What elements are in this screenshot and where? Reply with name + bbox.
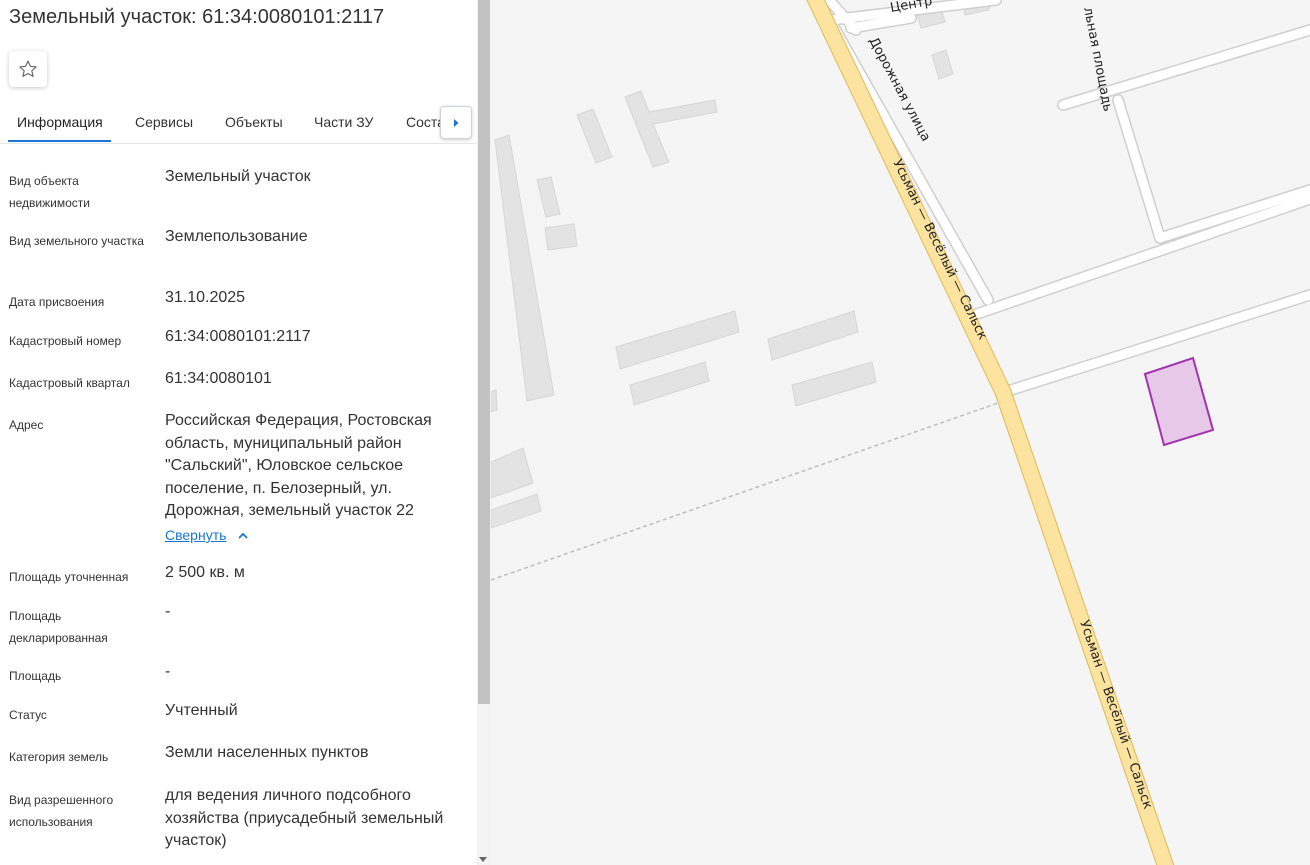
tab-bar: Информация Сервисы Объекты Части ЗУ Сост… xyxy=(0,104,477,144)
info-value: Земли населенных пунктов xyxy=(165,744,369,761)
star-outline-icon xyxy=(19,60,37,77)
info-label: Вид земельного участка xyxy=(9,234,144,248)
info-value: для ведения личного подсобного хозяйства… xyxy=(165,787,444,849)
info-value: Российская Федерация, Ростовская область… xyxy=(165,412,432,519)
info-value: 61:34:0080101 xyxy=(165,370,272,387)
active-tab-indicator xyxy=(8,140,111,142)
info-value: - xyxy=(165,663,171,680)
info-label: Статус xyxy=(9,708,47,722)
info-label: Дата присвоения xyxy=(9,295,105,309)
favorite-button[interactable] xyxy=(9,51,47,87)
info-value: 31.10.2025 xyxy=(165,289,246,306)
info-label: Площадь декларированная xyxy=(9,609,108,645)
building xyxy=(544,223,578,251)
chevron-right-icon xyxy=(454,118,459,127)
info-label: Кадастровый номер xyxy=(9,334,122,348)
scrollbar-thumb[interactable] xyxy=(478,0,490,704)
scroll-down-arrow-icon[interactable] xyxy=(479,857,487,862)
info-label: Площадь xyxy=(9,669,62,683)
info-label: Вид разрешенного использования xyxy=(9,793,114,829)
building xyxy=(491,389,498,413)
info-value: - xyxy=(165,603,171,620)
chevron-up-icon[interactable] xyxy=(237,531,249,541)
info-label: Площадь уточненная xyxy=(9,570,129,584)
tabs-scroll-right-button[interactable] xyxy=(440,106,472,139)
tab-services[interactable]: Сервисы xyxy=(135,114,193,130)
map-canvas[interactable]: Усьман — Весёлый — Сальск Усьман — Весёл… xyxy=(491,0,1310,865)
map-view[interactable]: Усьман — Весёлый — Сальск Усьман — Весёл… xyxy=(491,0,1310,865)
info-value: Земельный участок xyxy=(165,168,311,185)
page-title: Земельный участок: 61:34:0080101:2117 xyxy=(9,6,385,28)
info-value: Учтенный xyxy=(165,702,238,719)
tab-parts[interactable]: Части ЗУ xyxy=(314,114,373,130)
collapse-link[interactable]: Свернуть xyxy=(165,527,226,543)
info-label: Категория земель xyxy=(9,750,109,764)
tab-information[interactable]: Информация xyxy=(17,114,103,130)
tab-objects[interactable]: Объекты xyxy=(225,114,283,130)
info-panel: Земельный участок: 61:34:0080101:2117 Ин… xyxy=(0,0,477,865)
info-value: Землепользование xyxy=(165,228,308,245)
info-value: 61:34:0080101:2117 xyxy=(165,328,311,345)
panel-scrollbar[interactable] xyxy=(477,0,491,865)
info-label: Адрес xyxy=(9,418,44,432)
info-value: 2 500 кв. м xyxy=(165,564,245,581)
info-label: Кадастровый квартал xyxy=(9,376,130,390)
info-label: Вид объекта недвижимости xyxy=(9,174,90,210)
